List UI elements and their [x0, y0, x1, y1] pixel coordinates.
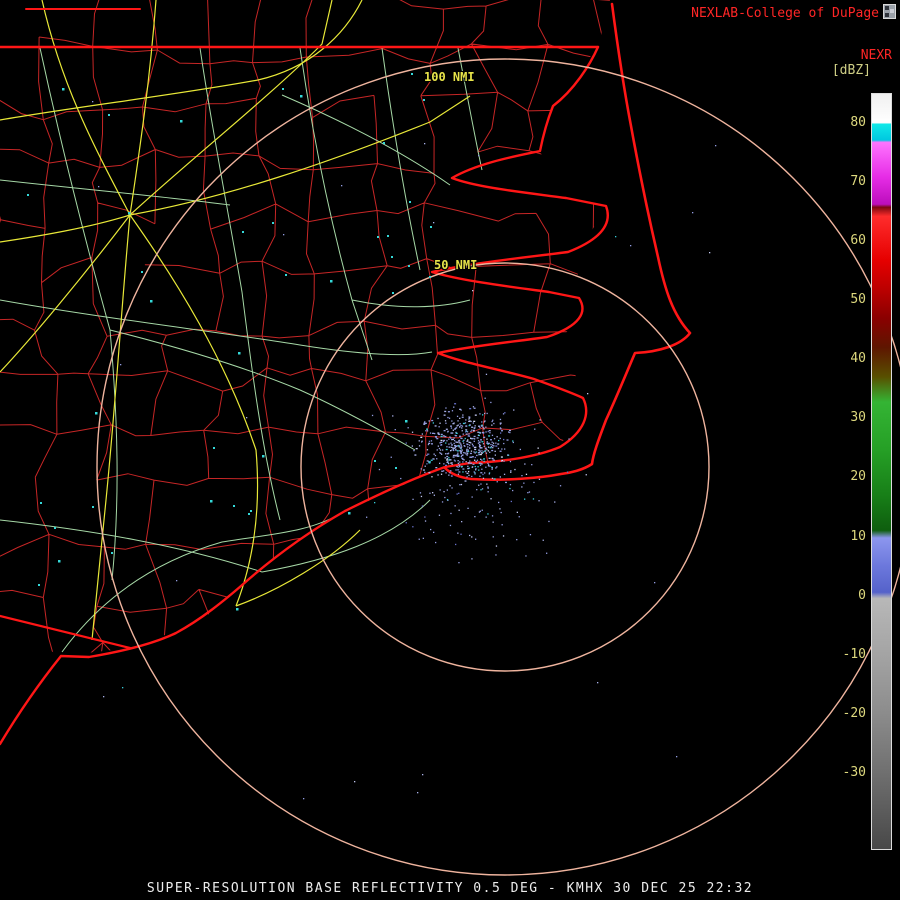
brand-text: NEXLAB-College of DuPage: [691, 6, 879, 21]
radar-viewer: 100 NMI 50 NMI NEXLAB-College of DuPage …: [0, 0, 900, 900]
radar-map: [0, 0, 900, 876]
colorbar-product-label: NEXR: [860, 48, 892, 63]
range-ring-label-50nmi: 50 NMI: [434, 258, 478, 272]
product-caption: SUPER-RESOLUTION BASE REFLECTIVITY 0.5 D…: [146, 881, 754, 896]
cod-logo-icon: [883, 4, 896, 23]
range-ring-label-100nmi: 100 NMI: [424, 70, 475, 84]
range-rings: [96, 58, 900, 876]
colorbar-gradient: [871, 93, 892, 850]
colorbar-units-label: [dBZ]: [831, 63, 871, 78]
radar-echoes: [92, 101, 717, 800]
roads: [0, 47, 483, 653]
